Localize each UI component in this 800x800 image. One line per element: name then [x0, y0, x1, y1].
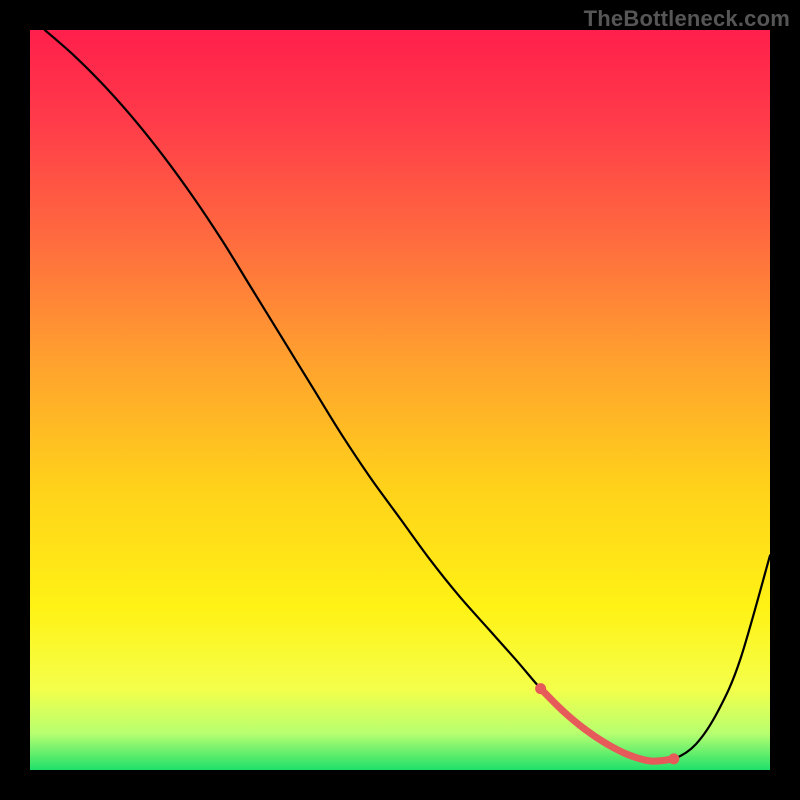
chart-container: TheBottleneck.com	[0, 0, 800, 800]
watermark-text: TheBottleneck.com	[584, 6, 790, 32]
plot-background	[30, 30, 770, 770]
chart-svg	[30, 30, 770, 770]
